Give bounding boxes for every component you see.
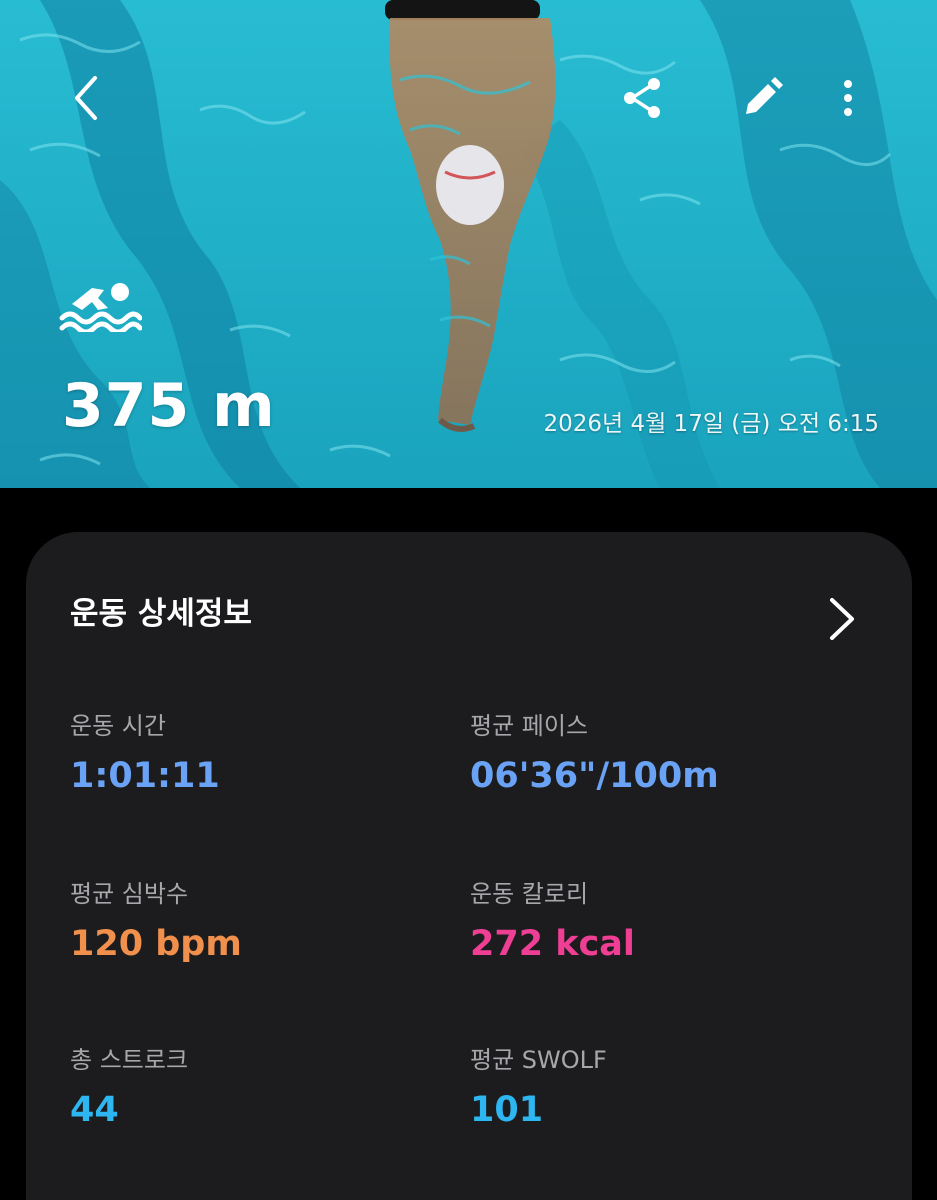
more-vertical-icon bbox=[844, 80, 852, 116]
metric-label: 운동 시간 bbox=[70, 712, 166, 740]
metric-average-heart-rate: 평균 심박수 120 bpm bbox=[70, 878, 450, 966]
metric-value: 272 kcal bbox=[470, 924, 635, 964]
metric-label: 운동 칼로리 bbox=[470, 880, 589, 908]
metric-label: 총 스트로크 bbox=[70, 1046, 189, 1074]
metric-value: 101 bbox=[470, 1090, 544, 1130]
metric-total-strokes: 총 스트로크 44 bbox=[70, 1044, 450, 1132]
metric-value: 06'36"/100m bbox=[470, 756, 719, 796]
edit-button[interactable] bbox=[734, 70, 790, 126]
back-button[interactable] bbox=[60, 70, 112, 126]
metric-workout-time: 운동 시간 1:01:11 bbox=[70, 710, 450, 798]
metric-calories: 운동 칼로리 272 kcal bbox=[470, 878, 850, 966]
metric-value: 44 bbox=[70, 1090, 119, 1130]
metric-value: 120 bpm bbox=[70, 924, 242, 964]
metric-average-swolf: 평균 SWOLF 101 bbox=[470, 1044, 850, 1132]
total-distance: 375 m bbox=[62, 371, 276, 441]
workout-datetime: 2026년 4월 17일 (금) 오전 6:15 bbox=[543, 411, 879, 437]
share-button[interactable] bbox=[616, 72, 668, 124]
chevron-right-icon[interactable] bbox=[822, 594, 862, 644]
metric-label: 평균 SWOLF bbox=[470, 1046, 607, 1074]
pencil-icon bbox=[746, 77, 783, 114]
workout-detail-screen: 375 m 2026년 4월 17일 (금) 오전 6:15 운동 상세정보 운… bbox=[0, 0, 937, 1200]
metric-average-pace: 평균 페이스 06'36"/100m bbox=[470, 710, 850, 798]
chevron-left-icon bbox=[75, 76, 97, 120]
workout-details-card[interactable]: 운동 상세정보 운동 시간 1:01:11 평균 페이스 06'36"/100m… bbox=[26, 532, 912, 1200]
workout-cover-photo: 375 m 2026년 4월 17일 (금) 오전 6:15 bbox=[0, 0, 937, 488]
more-options-button[interactable] bbox=[828, 72, 868, 124]
metric-value: 1:01:11 bbox=[70, 756, 220, 796]
swimming-icon bbox=[59, 283, 142, 332]
metric-label: 평균 심박수 bbox=[70, 880, 189, 908]
card-title: 운동 상세정보 bbox=[70, 596, 252, 632]
metric-label: 평균 페이스 bbox=[470, 712, 589, 740]
share-icon bbox=[624, 78, 660, 118]
